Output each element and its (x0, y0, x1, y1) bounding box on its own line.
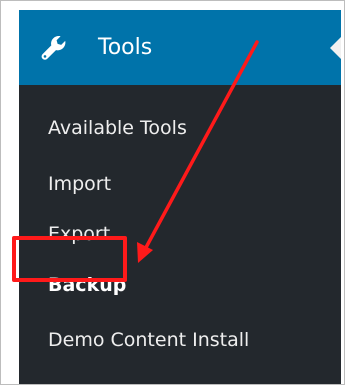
backup-highlight-box (12, 236, 127, 282)
admin-sidebar: Tools Available Tools Import Export Back… (19, 10, 341, 384)
tools-menu-header[interactable]: Tools (19, 10, 341, 85)
current-menu-indicator (330, 36, 341, 60)
submenu-item-available-tools[interactable]: Available Tools (48, 116, 187, 140)
tools-menu-title: Tools (98, 35, 153, 60)
submenu-item-demo-content-install[interactable]: Demo Content Install (48, 328, 249, 352)
screenshot-frame: Tools Available Tools Import Export Back… (0, 0, 345, 385)
submenu-item-import[interactable]: Import (48, 172, 111, 196)
wrench-icon (41, 36, 66, 60)
